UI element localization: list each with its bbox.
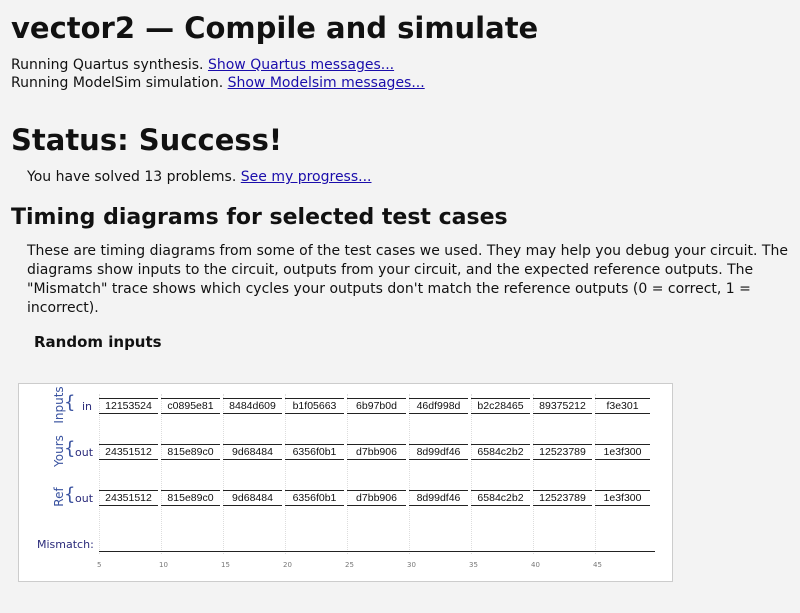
modelsim-line: Running ModelSim simulation. Show Models… [11, 74, 800, 92]
in-cell: 8484d609 [223, 398, 282, 414]
in-cell: b2c28465 [471, 398, 530, 414]
in-cell: c0895e81 [161, 398, 220, 414]
ref-out-cell: 12523789 [533, 490, 592, 506]
yours-out-cell: 9d68484 [223, 444, 282, 460]
grid-line [533, 394, 534, 554]
inputs-brace: { [64, 392, 76, 413]
mismatch-trace [99, 551, 655, 552]
time-tick-label: 10 [159, 561, 168, 569]
solved-line: You have solved 13 problems. See my prog… [27, 168, 800, 186]
timing-description: These are timing diagrams from some of t… [27, 243, 788, 316]
ref-out-cell: 815e89c0 [161, 490, 220, 506]
grid-line [161, 394, 162, 554]
in-cell: 89375212 [533, 398, 592, 414]
mismatch-label: Mismatch: [37, 538, 94, 551]
grid-line [223, 394, 224, 554]
time-tick-label: 45 [593, 561, 602, 569]
yours-brace: { [64, 438, 76, 459]
ref-brace: { [64, 484, 76, 505]
modelsim-text: Running ModelSim simulation. [11, 75, 224, 91]
timing-heading: Timing diagrams for selected test cases [11, 205, 508, 230]
in-cell: b1f05663 [285, 398, 344, 414]
ref-out-cell: 6584c2b2 [471, 490, 530, 506]
grid-line [595, 394, 596, 554]
time-tick-label: 5 [97, 561, 102, 569]
modelsim-messages-link[interactable]: Show Modelsim messages... [228, 75, 425, 91]
progress-link[interactable]: See my progress... [241, 169, 372, 185]
grid-line [409, 394, 410, 554]
page-title: vector2 — Compile and simulate [11, 11, 539, 45]
grid-line [99, 394, 100, 554]
quartus-line: Running Quartus synthesis. Show Quartus … [11, 56, 800, 74]
yours-out-cell: 12523789 [533, 444, 592, 460]
ref-out-label: out [75, 492, 94, 505]
quartus-text: Running Quartus synthesis. [11, 57, 204, 73]
ref-out-cell: 24351512 [99, 490, 158, 506]
in-signal-label: in [82, 400, 93, 413]
yours-out-label: out [75, 446, 94, 459]
status-heading: Status: Success! [11, 123, 283, 157]
timing-diagram: Inputs { in Yours { out Ref { out Mismat… [18, 383, 673, 582]
grid-line [471, 394, 472, 554]
section-title: Random inputs [34, 333, 162, 351]
time-tick-label: 20 [283, 561, 292, 569]
time-tick-label: 35 [469, 561, 478, 569]
yours-out-cell: 6584c2b2 [471, 444, 530, 460]
build-status-lines: Running Quartus synthesis. Show Quartus … [11, 56, 800, 92]
ref-out-cell: d7bb906 [347, 490, 406, 506]
time-tick-label: 40 [531, 561, 540, 569]
yours-out-cell: 8d99df46 [409, 444, 468, 460]
yours-out-cell: d7bb906 [347, 444, 406, 460]
yours-out-cell: 1e3f300 [595, 444, 650, 460]
in-cell: f3e301 [595, 398, 650, 414]
time-tick-label: 25 [345, 561, 354, 569]
page: vector2 — Compile and simulate Running Q… [0, 0, 800, 352]
yours-out-cell: 815e89c0 [161, 444, 220, 460]
yours-out-cell: 6356f0b1 [285, 444, 344, 460]
yours-out-cell: 24351512 [99, 444, 158, 460]
in-cell: 12153524 [99, 398, 158, 414]
in-cell: 46df998d [409, 398, 468, 414]
grid-line [347, 394, 348, 554]
time-tick-label: 15 [221, 561, 230, 569]
solved-text: You have solved 13 problems. [27, 169, 237, 185]
ref-out-cell: 8d99df46 [409, 490, 468, 506]
quartus-messages-link[interactable]: Show Quartus messages... [208, 57, 394, 73]
grid-line [285, 394, 286, 554]
ref-out-cell: 9d68484 [223, 490, 282, 506]
ref-out-cell: 6356f0b1 [285, 490, 344, 506]
in-cell: 6b97b0d [347, 398, 406, 414]
time-tick-label: 30 [407, 561, 416, 569]
ref-out-cell: 1e3f300 [595, 490, 650, 506]
